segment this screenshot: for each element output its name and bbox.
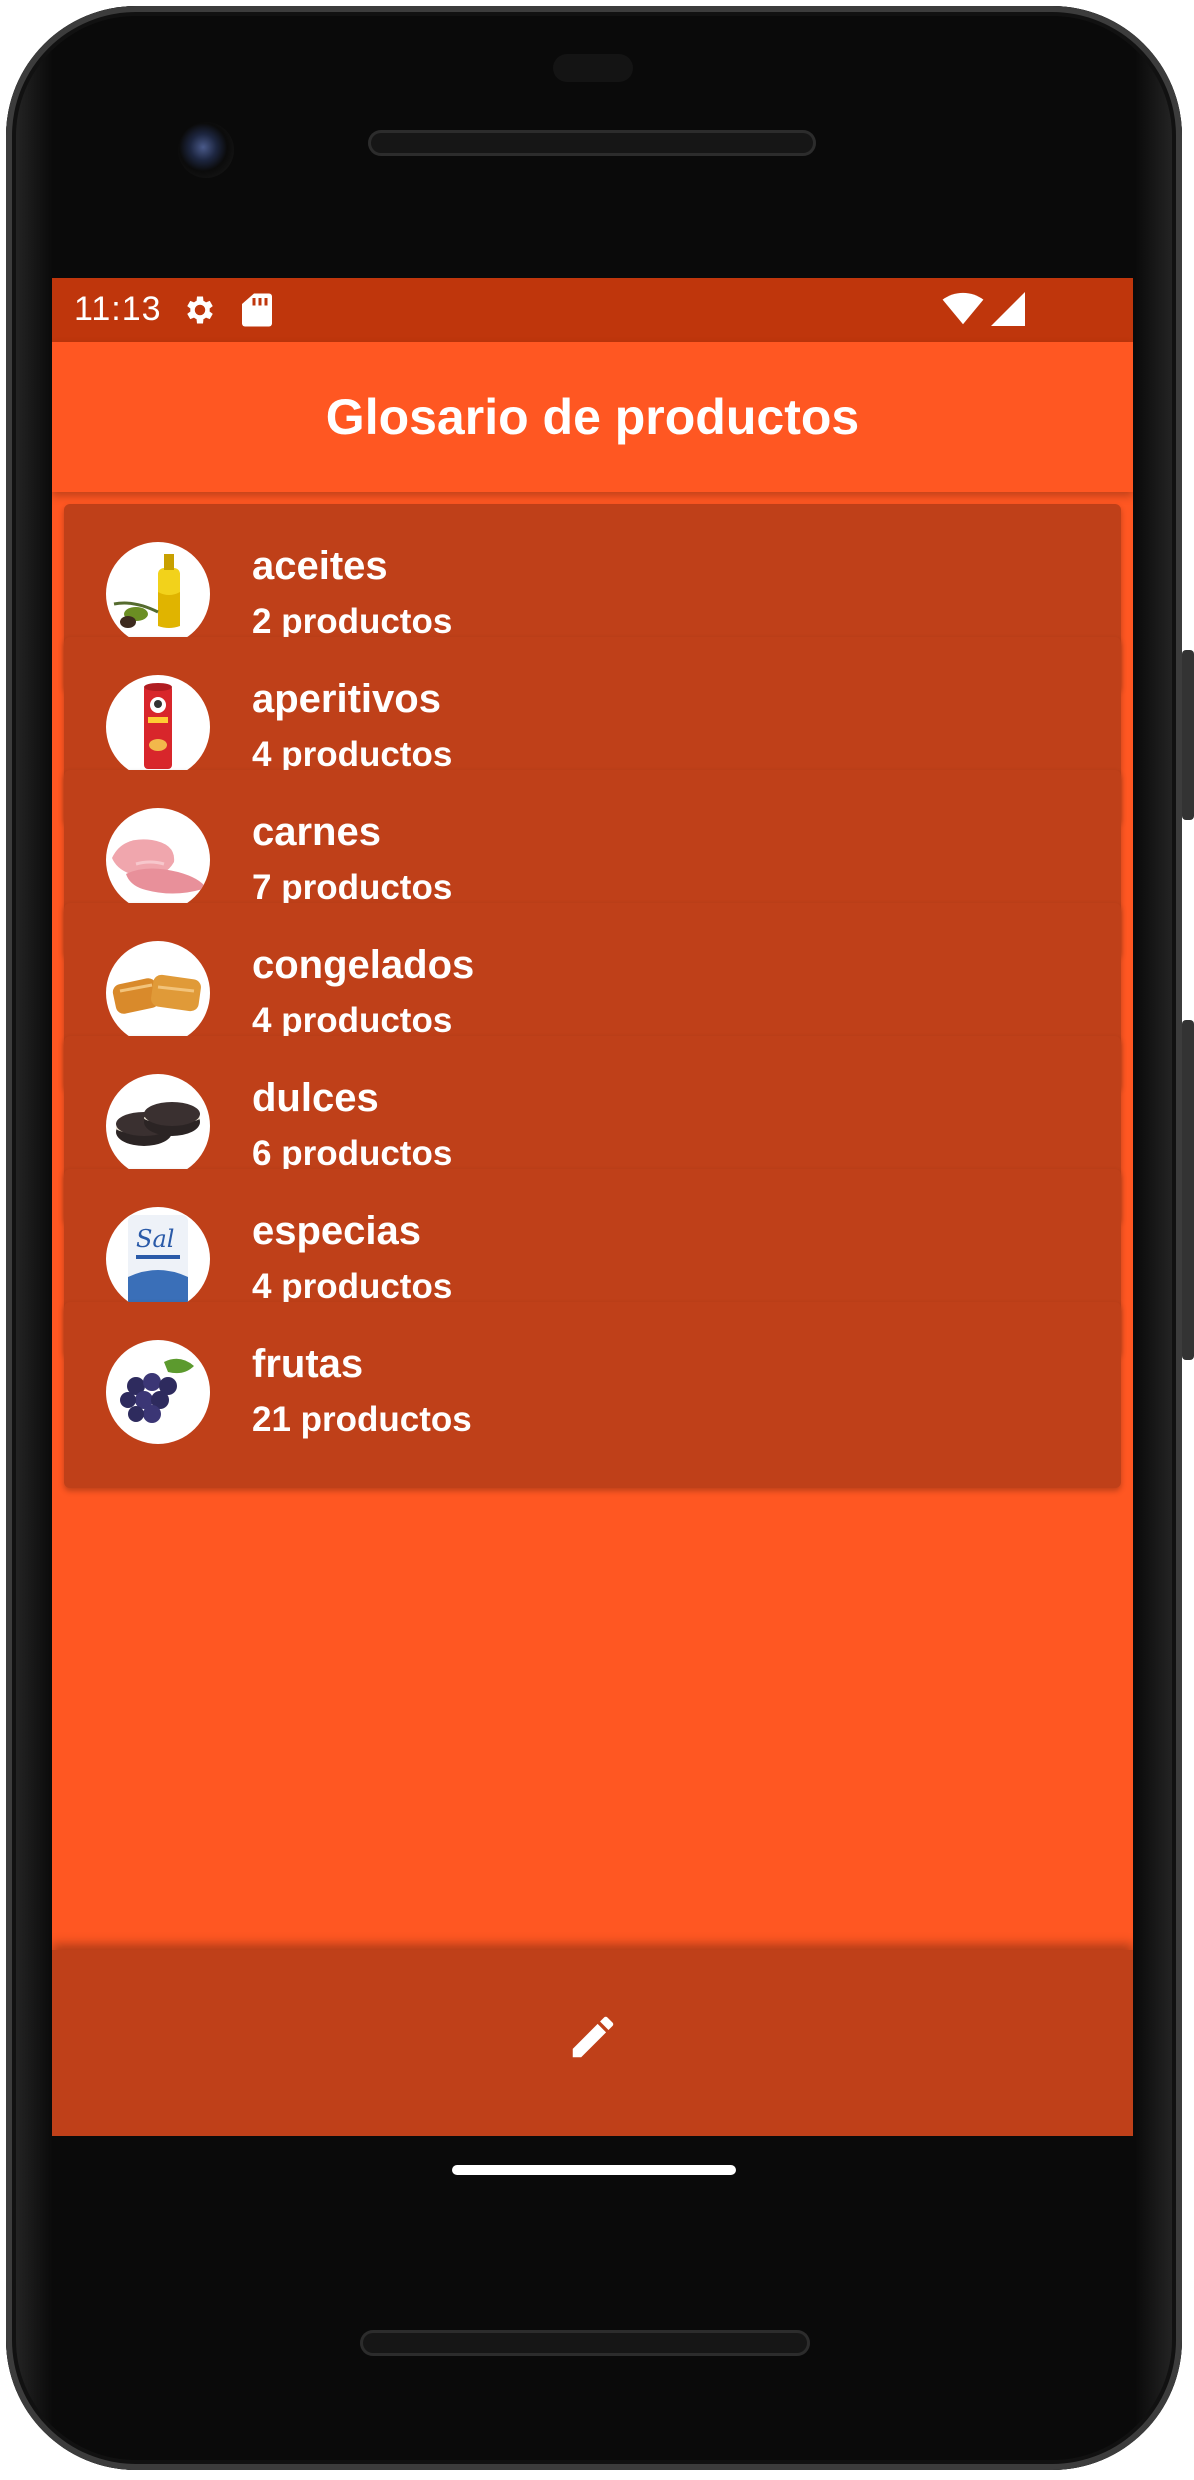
category-name: aceites: [252, 544, 388, 588]
cookies-image: [106, 1074, 210, 1178]
svg-text:Sal: Sal: [136, 1225, 174, 1253]
front-camera: [178, 122, 234, 178]
page-title: Glosario de productos: [325, 389, 860, 445]
status-bar: 11:13: [52, 278, 1133, 342]
category-name: congelados: [252, 943, 475, 987]
gear-icon: [187, 296, 213, 324]
top-speaker-grille: [368, 130, 816, 156]
ham-slices-image: [106, 808, 210, 912]
category-name: aperitivos: [252, 677, 441, 721]
category-list[interactable]: aceites 2 productos aperitivos 4 product…: [52, 492, 1133, 2136]
edit-icon[interactable]: [566, 2010, 620, 2064]
signal-icon: [991, 292, 1025, 326]
category-count: 6 productos: [252, 1134, 453, 1173]
category-count: 4 productos: [252, 735, 453, 774]
frozen-pastry-image: [106, 941, 210, 1045]
category-count: 4 productos: [252, 1267, 453, 1306]
category-count: 7 productos: [252, 868, 453, 907]
category-name: especias: [252, 1209, 422, 1253]
home-gesture-bar[interactable]: [452, 2165, 736, 2175]
bottom-speaker-grille: [360, 2330, 810, 2356]
salt-package-image: Sal: [106, 1207, 210, 1311]
category-name: carnes: [252, 810, 381, 854]
category-name: frutas: [252, 1342, 364, 1386]
category-count: 2 productos: [252, 602, 453, 641]
category-count: 21 productos: [252, 1400, 472, 1439]
chips-can-image: [106, 675, 210, 779]
earpiece-slot: [553, 54, 633, 82]
olive-oil-image: [106, 542, 210, 646]
bottom-bar: [52, 1950, 1133, 2136]
phone-frame: 11:13 Glosario de productos aceites 2 pr…: [0, 0, 1194, 2480]
volume-button: [1182, 1020, 1194, 1360]
power-button: [1182, 650, 1194, 820]
wifi-icon: [942, 292, 984, 325]
category-count: 4 productos: [252, 1001, 453, 1040]
category-name: dulces: [252, 1076, 379, 1120]
app-screen: 11:13 Glosario de productos aceites 2 pr…: [52, 278, 1133, 2136]
grapes-image: [106, 1340, 210, 1444]
sd-card-icon: [242, 293, 272, 327]
status-time: 11:13: [74, 290, 162, 328]
category-card-frutas[interactable]: frutas 21 productos: [64, 1302, 1121, 1488]
app-bar: Glosario de productos: [52, 342, 1133, 492]
